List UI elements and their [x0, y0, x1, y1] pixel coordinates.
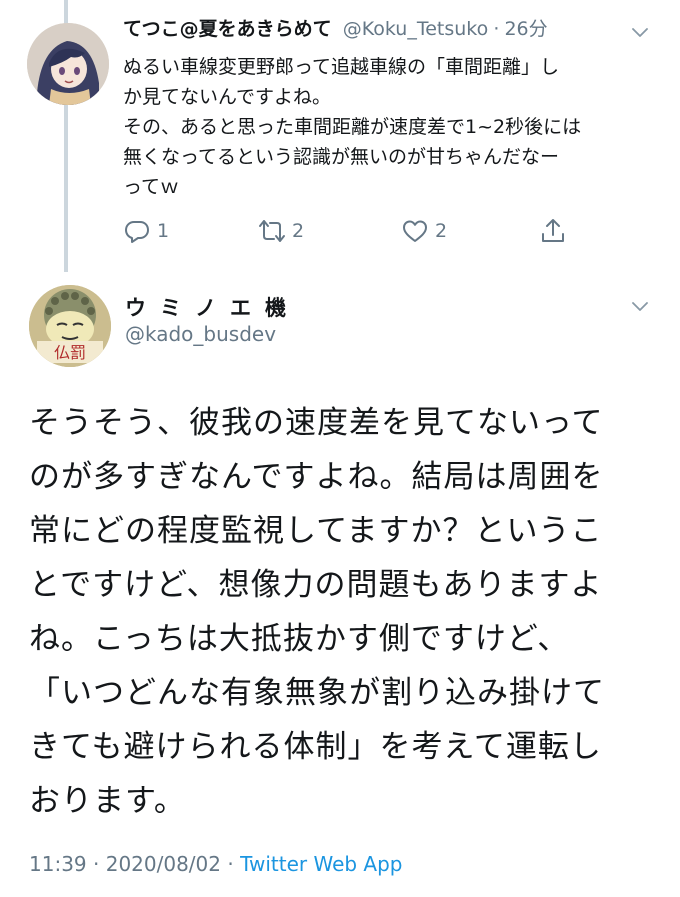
tweet-date[interactable]: 2020/08/02	[106, 852, 221, 876]
text-line: ぬるい車線変更野郎って追越車線の「車間距離」し	[123, 56, 560, 78]
like-button[interactable]: 2	[401, 213, 447, 249]
avatar-stamp-text: 仏罰	[54, 343, 86, 362]
heart-icon	[403, 220, 427, 242]
text-line: そうそう、彼我の速度差を見てないって	[29, 405, 604, 441]
text-line: ね。こっちは大抵抜かす側ですけど、	[29, 621, 570, 657]
avatar-illustration	[27, 23, 109, 105]
reply-button[interactable]: 1	[123, 213, 169, 249]
retweet-count: 2	[292, 220, 305, 242]
text-line: とですけど、想像力の問題もありますよ	[29, 567, 603, 603]
text-line: きても避けられる体制」を考えて運転し	[29, 729, 602, 765]
share-button[interactable]	[539, 213, 567, 249]
tweet-time[interactable]: 11:39	[29, 852, 87, 876]
tweet-footer: 11:39 · 2020/08/02 · Twitter Web App	[29, 852, 403, 876]
share-icon	[542, 219, 564, 242]
text-line: か見てないんですよね。	[123, 86, 332, 108]
text-line: ってｗ	[123, 176, 180, 198]
reply-icon	[125, 221, 149, 243]
like-count: 2	[435, 220, 448, 242]
user-avatar[interactable]: 仏罰	[29, 285, 111, 367]
text-line: おります。	[29, 783, 186, 819]
display-name[interactable]: てつこ@夏をあきらめて	[123, 18, 332, 40]
user-handle[interactable]: @Koku_Tetsuko	[343, 18, 489, 40]
tweet-header: てつこ@夏をあきらめて @Koku_Tetsuko · 26分	[123, 14, 640, 50]
chevron-down-icon[interactable]	[630, 22, 650, 42]
text-line: のが多すぎなんですよね。結局は周囲を	[29, 459, 604, 495]
display-name[interactable]: ウミノエ機	[125, 292, 300, 322]
user-avatar[interactable]	[27, 23, 109, 105]
source-app-link[interactable]: Twitter Web App	[240, 852, 402, 876]
separator: ·	[493, 18, 500, 40]
retweet-button[interactable]: 2	[258, 213, 304, 249]
chevron-down-icon[interactable]	[630, 296, 650, 316]
text-line: その、あると思った車間距離が速度差で1~2秒後には	[123, 116, 582, 138]
avatar-illustration: 仏罰	[29, 285, 111, 367]
user-handle[interactable]: @kado_busdev	[125, 322, 276, 346]
timestamp[interactable]: 26分	[504, 18, 547, 40]
reply-count: 1	[157, 220, 170, 242]
text-line: 「いつどんな有象無象が割り込み掛けて	[29, 675, 605, 711]
tweet-actions: 1 2 2	[123, 213, 643, 249]
separator: ·	[227, 852, 234, 876]
text-line: 常にどの程度監視してますか？というこ	[29, 513, 603, 549]
text-line: 無くなってるという認識が無いのが甘ちゃんだなー	[123, 146, 560, 168]
retweet-icon	[259, 220, 285, 242]
tweet-text: ぬるい車線変更野郎って追越車線の「車間距離」し か見てないんですよね。 その、あ…	[123, 52, 658, 202]
separator: ·	[93, 852, 100, 876]
tweet-text: そうそう、彼我の速度差を見てないって のが多すぎなんですよね。結局は周囲を 常に…	[29, 396, 659, 828]
